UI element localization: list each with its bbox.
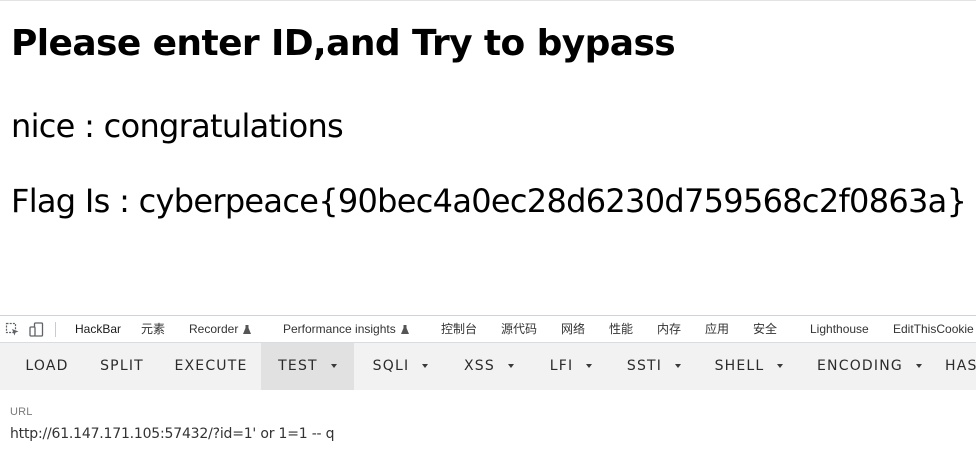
url-input[interactable]	[10, 424, 960, 444]
chevron-down-icon	[422, 364, 429, 368]
toolbar-divider	[55, 322, 56, 337]
url-label: URL	[10, 406, 33, 418]
inspect-element-icon[interactable]	[5, 322, 20, 337]
sqli-dropdown-button[interactable]: SQLI	[358, 343, 443, 390]
tab-recorder[interactable]: Recorder	[189, 316, 252, 342]
hashing-button[interactable]: HAS	[945, 343, 976, 390]
tab-elements[interactable]: 元素	[141, 316, 165, 342]
tab-sources[interactable]: 源代码	[501, 316, 537, 342]
split-button[interactable]: SPLIT	[91, 343, 153, 390]
shell-dropdown-button[interactable]: SHELL	[703, 343, 795, 390]
page-content: Please enter ID,and Try to bypass nice :…	[0, 0, 976, 315]
success-message: nice : congratulations	[11, 107, 344, 145]
flask-icon	[243, 325, 252, 334]
devtools-tab-bar: HackBar 元素 Recorder Performance insights…	[0, 315, 976, 343]
tab-performance[interactable]: 性能	[609, 316, 633, 342]
chevron-down-icon	[675, 364, 682, 368]
tab-memory[interactable]: 内存	[657, 316, 681, 342]
tab-hackbar[interactable]: HackBar	[75, 316, 121, 342]
hackbar-toolbar: LOAD SPLIT EXECUTE TEST SQLI XSS LFI SST…	[0, 343, 976, 390]
tab-lighthouse[interactable]: Lighthouse	[810, 316, 869, 342]
tab-security[interactable]: 安全	[753, 316, 777, 342]
page-heading: Please enter ID,and Try to bypass	[11, 23, 676, 64]
device-toolbar-icon[interactable]	[29, 322, 44, 337]
load-button[interactable]: LOAD	[16, 343, 78, 390]
tab-console[interactable]: 控制台	[441, 316, 477, 342]
chevron-down-icon	[330, 364, 337, 368]
tab-network[interactable]: 网络	[561, 316, 585, 342]
flag-text: Flag Is : cyberpeace{90bec4a0ec28d6230d7…	[11, 182, 967, 220]
tab-editthiscookie[interactable]: EditThisCookie	[893, 316, 974, 342]
chevron-down-icon	[915, 364, 922, 368]
execute-button[interactable]: EXECUTE	[168, 343, 254, 390]
chevron-down-icon	[586, 364, 593, 368]
tab-performance-insights[interactable]: Performance insights	[283, 316, 409, 342]
test-dropdown-button[interactable]: TEST	[261, 343, 354, 390]
xss-dropdown-button[interactable]: XSS	[450, 343, 528, 390]
chevron-down-icon	[507, 364, 514, 368]
flask-icon	[400, 325, 409, 334]
encoding-dropdown-button[interactable]: ENCODING	[806, 343, 933, 390]
ssti-dropdown-button[interactable]: SSTI	[614, 343, 694, 390]
lfi-dropdown-button[interactable]: LFI	[537, 343, 605, 390]
chevron-down-icon	[777, 364, 784, 368]
tab-application[interactable]: 应用	[705, 316, 729, 342]
